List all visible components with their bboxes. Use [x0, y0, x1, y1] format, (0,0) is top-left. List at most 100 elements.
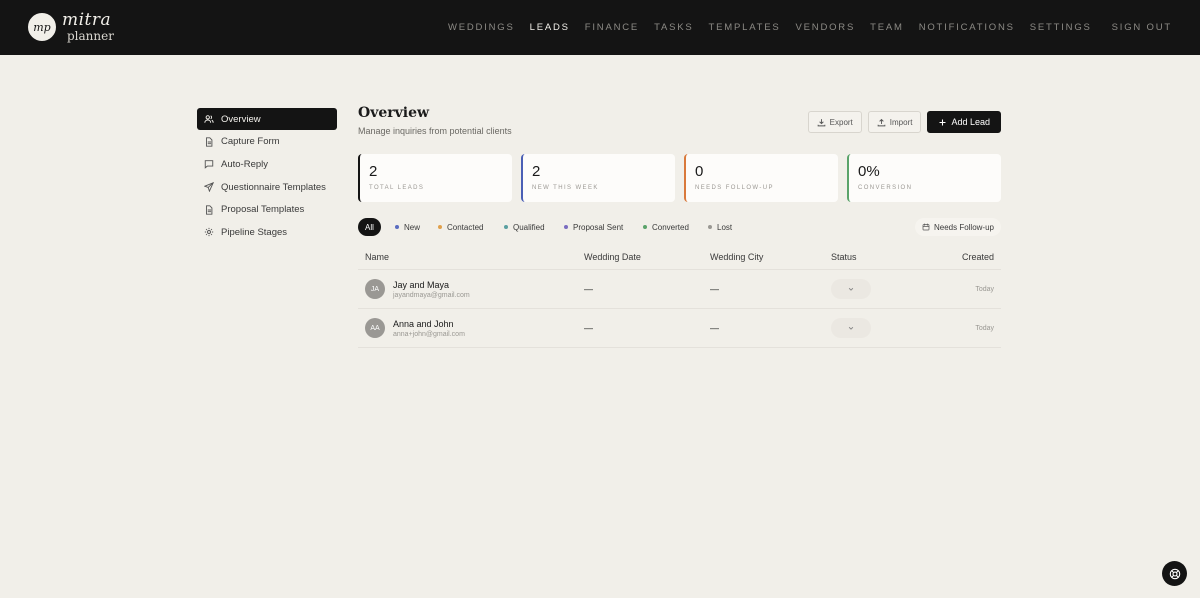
wedding-city-cell: —	[710, 284, 719, 294]
download-icon	[817, 118, 825, 126]
sidebar-item-capture-form[interactable]: Capture Form	[197, 131, 337, 153]
lead-name[interactable]: Jay and Maya	[393, 280, 470, 290]
add-lead-button[interactable]: Add Lead	[927, 111, 1001, 133]
filter-chip-contacted[interactable]: Contacted	[431, 218, 490, 236]
help-button[interactable]	[1162, 561, 1187, 586]
wedding-date-cell: —	[584, 323, 593, 333]
leads-table: Name Wedding Date Wedding City Status Cr…	[358, 245, 1001, 348]
stat-label: NEEDS FOLLOW-UP	[695, 185, 774, 191]
lead-name-cell: AA Anna and John anna+john@gmail.com	[365, 309, 465, 347]
nav-settings[interactable]: SETTINGS	[1030, 22, 1092, 33]
avatar: AA	[365, 318, 385, 338]
status-dot	[504, 225, 508, 229]
status-dot	[438, 225, 442, 229]
stats-row: 2 TOTAL LEADS 2 NEW THIS WEEK 0 NEEDS FO…	[358, 154, 1001, 202]
sidebar-item-questionnaire-templates[interactable]: Questionnaire Templates	[197, 176, 337, 198]
table-row[interactable]: JA Jay and Maya jayandmaya@gmail.com — —…	[358, 270, 1001, 309]
logo-mark: mp	[28, 13, 56, 41]
sidebar-item-label: Auto-Reply	[221, 158, 268, 170]
table-row[interactable]: AA Anna and John anna+john@gmail.com — —…	[358, 309, 1001, 348]
column-header-name[interactable]: Name	[365, 245, 389, 269]
stat-value: 0	[695, 163, 704, 180]
sidebar-item-proposal-templates[interactable]: Proposal Templates	[197, 199, 337, 221]
nav-notifications[interactable]: NOTIFICATIONS	[919, 22, 1015, 33]
sign-out-link[interactable]: SIGN OUT	[1112, 22, 1172, 33]
sidebar-item-label: Capture Form	[221, 136, 280, 148]
nav-weddings[interactable]: WEDDINGS	[448, 22, 515, 33]
sidebar-item-label: Proposal Templates	[221, 204, 305, 216]
table-header: Name Wedding Date Wedding City Status Cr…	[358, 245, 1001, 270]
lead-name-cell: JA Jay and Maya jayandmaya@gmail.com	[365, 270, 470, 308]
chevron-down-icon	[848, 326, 854, 330]
top-navigation-bar: mp mitra planner WEDDINGS LEADS FINANCE …	[0, 0, 1200, 55]
sidebar-item-auto-reply[interactable]: Auto-Reply	[197, 153, 337, 175]
brand-logo[interactable]: mp mitra planner	[28, 12, 114, 42]
status-dropdown[interactable]	[831, 279, 871, 299]
status-dot	[643, 225, 647, 229]
needs-follow-up-toggle[interactable]: Needs Follow-up	[914, 218, 1001, 236]
sidebar-item-label: Pipeline Stages	[221, 226, 288, 238]
nav-leads[interactable]: LEADS	[530, 22, 570, 33]
nav-vendors[interactable]: VENDORS	[796, 22, 856, 33]
sidebar-item-pipeline-stages[interactable]: Pipeline Stages	[197, 221, 337, 243]
status-filters: All New Contacted Qualified Proposal Sen…	[358, 218, 1001, 236]
stat-label: NEW THIS WEEK	[532, 185, 599, 191]
nav-tasks[interactable]: TASKS	[654, 22, 693, 33]
gear-icon	[204, 227, 214, 237]
stat-card-total-leads: 2 TOTAL LEADS	[358, 154, 512, 202]
stat-value: 0%	[858, 163, 880, 180]
filter-chip-all[interactable]: All	[358, 218, 381, 236]
stat-card-needs-follow-up: 0 NEEDS FOLLOW-UP	[684, 154, 838, 202]
nav-templates[interactable]: TEMPLATES	[709, 22, 781, 33]
header-actions: Export Import Add Lead	[802, 111, 1001, 133]
brand-subname: planner	[67, 29, 114, 43]
stat-card-new-this-week: 2 NEW THIS WEEK	[521, 154, 675, 202]
main-content: Overview Manage inquiries from potential…	[358, 105, 1001, 348]
sidebar-item-label: Questionnaire Templates	[221, 181, 326, 193]
sidebar-item-overview[interactable]: Overview	[197, 108, 337, 130]
wedding-date-cell: —	[584, 284, 593, 294]
import-button[interactable]: Import	[867, 111, 922, 133]
column-header-created[interactable]: Created	[962, 245, 994, 269]
upload-icon	[877, 118, 886, 126]
document-icon	[204, 137, 214, 147]
nav-finance[interactable]: FINANCE	[585, 22, 639, 33]
filter-chip-converted[interactable]: Converted	[636, 218, 696, 236]
users-icon	[204, 114, 214, 124]
calendar-icon	[922, 223, 930, 231]
stat-label: CONVERSION	[858, 185, 913, 191]
document-icon	[204, 205, 214, 215]
status-dot	[395, 225, 399, 229]
column-header-wedding-date[interactable]: Wedding Date	[584, 245, 641, 269]
wedding-city-cell: —	[710, 323, 719, 333]
avatar: JA	[365, 279, 385, 299]
filter-chip-qualified[interactable]: Qualified	[497, 218, 552, 236]
stat-value: 2	[369, 163, 378, 180]
column-header-wedding-city[interactable]: Wedding City	[710, 245, 763, 269]
column-header-status[interactable]: Status	[831, 245, 857, 269]
status-dot	[564, 225, 568, 229]
lead-email: jayandmaya@gmail.com	[393, 291, 470, 299]
created-cell: Today	[975, 324, 994, 332]
stat-label: TOTAL LEADS	[369, 185, 425, 191]
main-nav: WEDDINGS LEADS FINANCE TASKS TEMPLATES V…	[433, 0, 1172, 55]
filter-chip-proposal-sent[interactable]: Proposal Sent	[557, 218, 630, 236]
plus-icon	[939, 119, 946, 125]
status-dropdown[interactable]	[831, 318, 871, 338]
filter-chip-new[interactable]: New	[388, 218, 427, 236]
created-cell: Today	[975, 285, 994, 293]
send-icon	[204, 182, 214, 193]
export-button[interactable]: Export	[807, 111, 862, 133]
message-icon	[204, 159, 214, 170]
leads-sidebar: Overview Capture Form Auto-Reply Questio…	[197, 108, 337, 244]
stat-value: 2	[532, 163, 541, 180]
lifebuoy-icon	[1169, 568, 1180, 579]
filter-chip-lost[interactable]: Lost	[701, 218, 739, 236]
status-dot	[708, 225, 712, 229]
chevron-down-icon	[848, 287, 854, 291]
lead-email: anna+john@gmail.com	[393, 330, 465, 338]
brand-name: mitra	[62, 10, 112, 30]
nav-team[interactable]: TEAM	[870, 22, 904, 33]
sidebar-item-label: Overview	[221, 113, 261, 125]
lead-name[interactable]: Anna and John	[393, 319, 465, 329]
